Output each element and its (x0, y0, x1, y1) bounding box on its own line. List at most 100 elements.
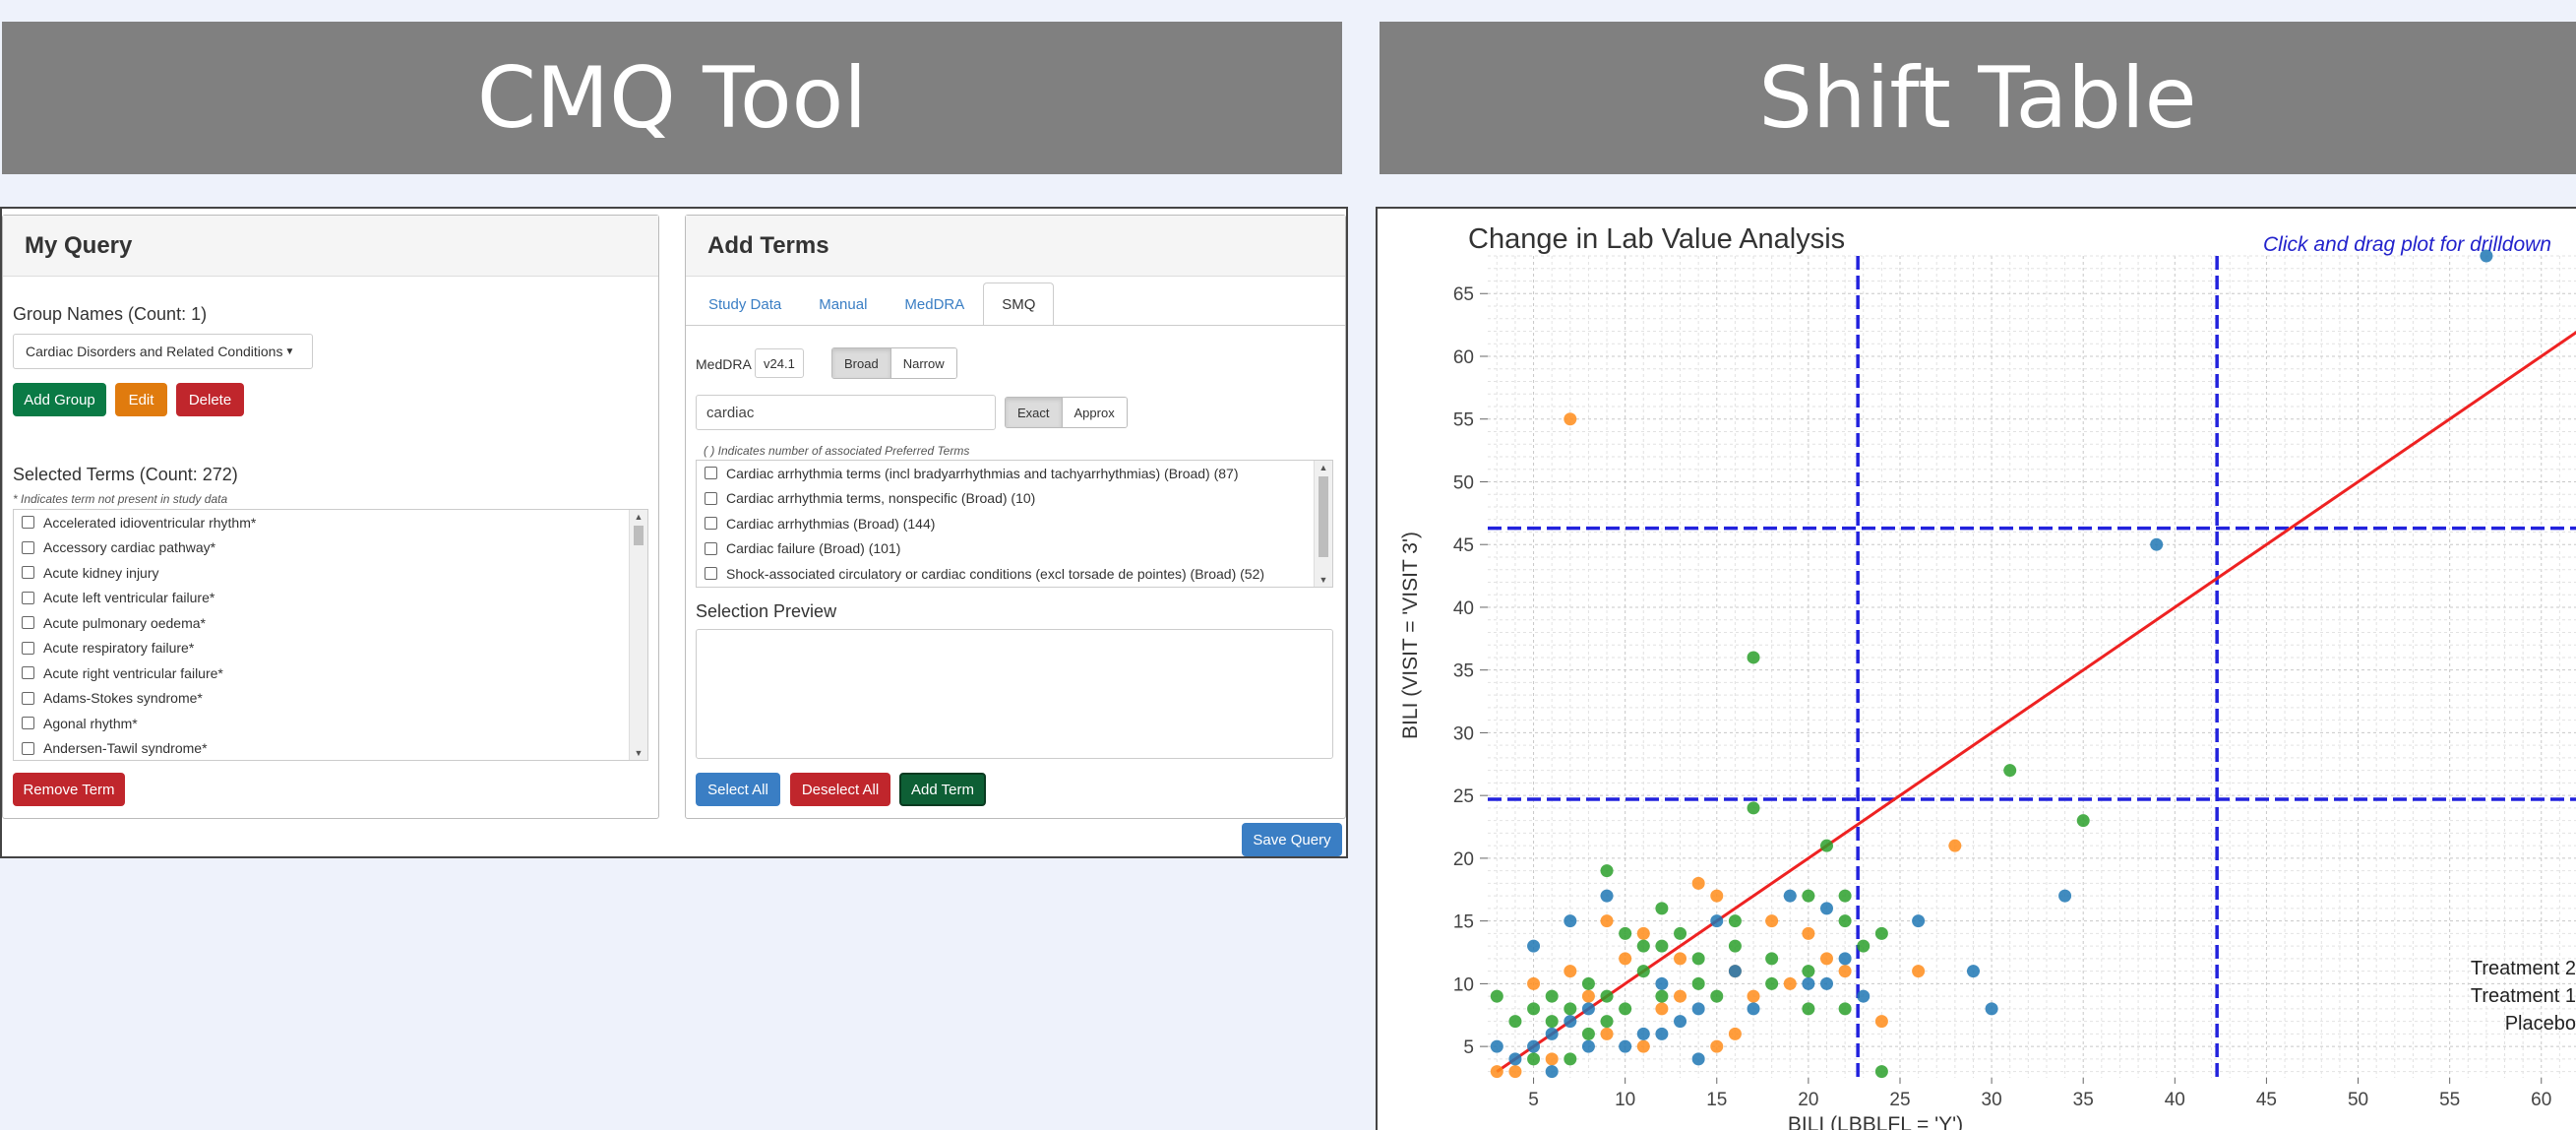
smq-search-input[interactable]: cardiac (696, 395, 996, 430)
list-item[interactable]: Acute pulmonary oedema* (14, 610, 647, 636)
data-point[interactable] (1838, 1002, 1852, 1016)
data-point[interactable] (1636, 926, 1650, 940)
data-point[interactable] (1545, 1065, 1559, 1079)
select-all-button[interactable]: Select All (696, 773, 780, 806)
tab-meddra[interactable]: MedDRA (886, 282, 983, 326)
list-item[interactable]: Acute respiratory failure* (14, 636, 647, 661)
data-point[interactable] (1691, 1002, 1705, 1016)
data-point[interactable] (1820, 976, 1834, 990)
data-point[interactable] (1545, 1052, 1559, 1066)
data-point[interactable] (1508, 1065, 1522, 1079)
data-point[interactable] (1600, 914, 1614, 928)
data-point[interactable] (1820, 839, 1834, 852)
edit-group-button[interactable]: Edit (115, 383, 167, 416)
tab-study-data[interactable]: Study Data (690, 282, 800, 326)
data-point[interactable] (1838, 965, 1852, 978)
data-point[interactable] (1765, 914, 1779, 928)
list-item[interactable]: Cardiac arrhythmias (Broad) (144) (697, 511, 1332, 536)
data-point[interactable] (1765, 976, 1779, 990)
data-point[interactable] (1674, 926, 1687, 940)
data-point[interactable] (2480, 249, 2493, 263)
data-point[interactable] (1655, 1027, 1669, 1040)
checkbox[interactable] (22, 616, 34, 630)
checkbox[interactable] (22, 666, 34, 680)
scroll-up-icon[interactable]: ▲ (1315, 461, 1332, 474)
data-point[interactable] (1783, 976, 1797, 990)
scroll-up-icon[interactable]: ▲ (630, 510, 647, 524)
data-point[interactable] (1728, 965, 1742, 978)
scroll-thumb[interactable] (1319, 476, 1328, 557)
data-point[interactable] (2076, 814, 2090, 828)
data-point[interactable] (1802, 926, 1815, 940)
list-item[interactable]: Acute left ventricular failure* (14, 586, 647, 611)
data-point[interactable] (1636, 965, 1650, 978)
group-select[interactable]: Cardiac Disorders and Related Conditions… (13, 334, 313, 369)
data-point[interactable] (1747, 651, 1760, 664)
data-point[interactable] (1948, 839, 1962, 852)
data-point[interactable] (1747, 989, 1760, 1003)
data-point[interactable] (1820, 902, 1834, 915)
list-item[interactable]: Acute kidney injury (14, 560, 647, 586)
list-item[interactable]: Accessory cardiac pathway* (14, 535, 647, 561)
data-point[interactable] (1691, 1052, 1705, 1066)
data-point[interactable] (1564, 412, 1577, 426)
data-point[interactable] (2003, 764, 2017, 778)
data-point[interactable] (1564, 1052, 1577, 1066)
data-point[interactable] (1874, 926, 1888, 940)
data-point[interactable] (1691, 876, 1705, 890)
data-point[interactable] (1581, 1027, 1595, 1040)
data-point[interactable] (1581, 1002, 1595, 1016)
checkbox[interactable] (22, 641, 34, 655)
data-point[interactable] (1802, 1002, 1815, 1016)
checkbox[interactable] (22, 591, 34, 604)
list-item[interactable]: Cardiac failure (Broad) (101) (697, 536, 1332, 562)
scroll-thumb[interactable] (634, 526, 644, 545)
data-point[interactable] (1655, 989, 1669, 1003)
data-point[interactable] (1674, 989, 1687, 1003)
selected-terms-scrollbar[interactable]: ▲ ▼ (629, 510, 647, 760)
delete-group-button[interactable]: Delete (176, 383, 244, 416)
checkbox[interactable] (705, 517, 717, 531)
data-point[interactable] (1545, 1027, 1559, 1040)
data-point[interactable] (1600, 989, 1614, 1003)
data-point[interactable] (1802, 889, 1815, 903)
data-point[interactable] (1747, 801, 1760, 815)
data-point[interactable] (1655, 1002, 1669, 1016)
list-item[interactable]: Shock-associated circulatory or cardiac … (697, 561, 1332, 587)
data-point[interactable] (1508, 1052, 1522, 1066)
data-point[interactable] (1527, 1052, 1541, 1066)
data-point[interactable] (1655, 976, 1669, 990)
data-point[interactable] (1802, 976, 1815, 990)
checkbox[interactable] (705, 541, 717, 555)
data-point[interactable] (1600, 1027, 1614, 1040)
data-point[interactable] (1838, 952, 1852, 966)
data-point[interactable] (1619, 926, 1632, 940)
data-point[interactable] (1600, 889, 1614, 903)
list-item[interactable]: Andersen-Tawil syndrome* (14, 736, 647, 761)
data-point[interactable] (1564, 965, 1577, 978)
data-point[interactable] (1912, 914, 1926, 928)
data-point[interactable] (1545, 989, 1559, 1003)
add-group-button[interactable]: Add Group (13, 383, 106, 416)
shift-table-chart[interactable]: Change in Lab Value Analysis Click and dr… (1376, 207, 2576, 1130)
data-point[interactable] (1820, 952, 1834, 966)
data-point[interactable] (1600, 1015, 1614, 1029)
data-point[interactable] (1508, 1015, 1522, 1029)
data-point[interactable] (1874, 1065, 1888, 1079)
data-point[interactable] (1619, 952, 1632, 966)
tab-manual[interactable]: Manual (800, 282, 886, 326)
checkbox[interactable] (22, 717, 34, 730)
checkbox[interactable] (705, 491, 717, 505)
data-point[interactable] (1655, 939, 1669, 953)
data-point[interactable] (1564, 1002, 1577, 1016)
data-point[interactable] (1527, 939, 1541, 953)
data-point[interactable] (1802, 965, 1815, 978)
data-point[interactable] (1710, 989, 1724, 1003)
data-point[interactable] (1636, 1039, 1650, 1053)
list-item[interactable]: Agonal rhythm* (14, 711, 647, 736)
scroll-down-icon[interactable]: ▼ (1315, 573, 1332, 587)
scope-narrow-button[interactable]: Narrow (889, 348, 956, 378)
data-point[interactable] (1985, 1002, 1998, 1016)
checkbox[interactable] (22, 741, 34, 755)
data-point[interactable] (1857, 939, 1871, 953)
